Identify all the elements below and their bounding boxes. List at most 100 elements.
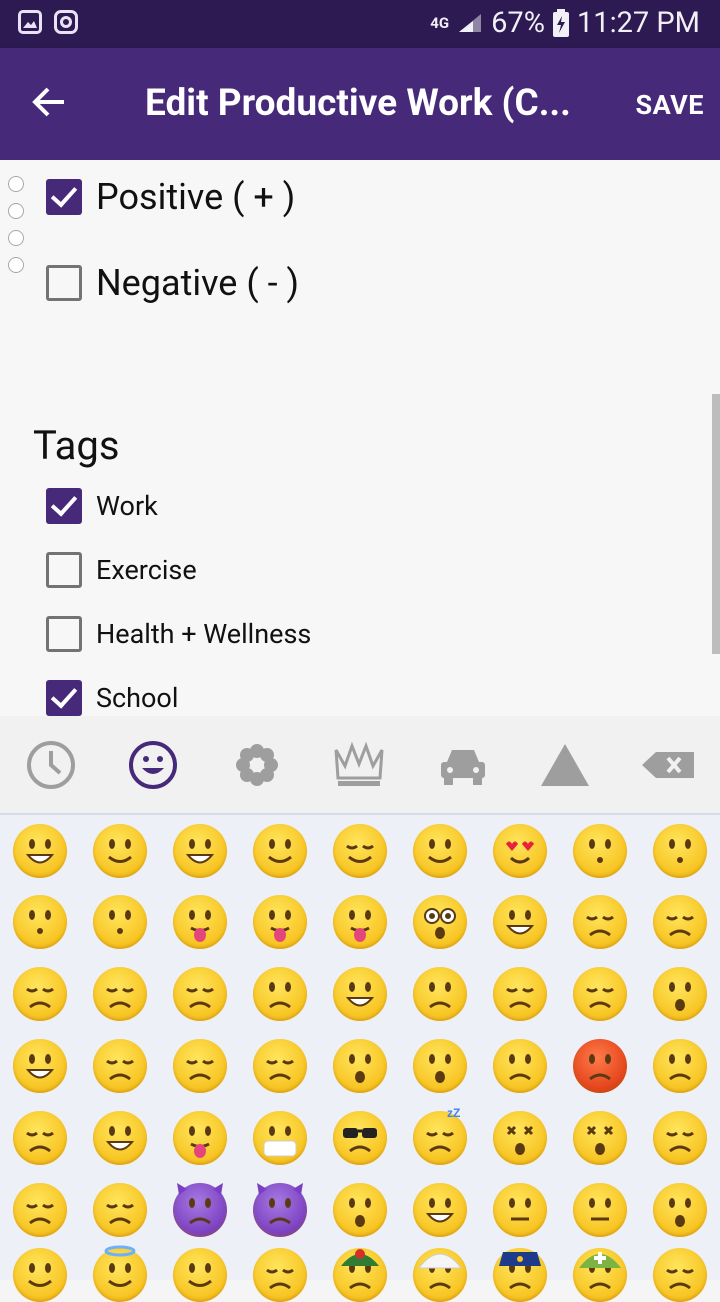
save-button[interactable]: SAVE bbox=[635, 89, 704, 121]
battery-percent: 67% bbox=[491, 6, 545, 40]
emoji-key[interactable] bbox=[13, 1111, 67, 1165]
emoji-key[interactable] bbox=[333, 967, 387, 1021]
emoji-key[interactable] bbox=[93, 1111, 147, 1165]
emoji-key[interactable] bbox=[493, 824, 547, 878]
positive-label: Positive ( + ) bbox=[96, 176, 296, 218]
emoji-key[interactable] bbox=[253, 1183, 307, 1237]
emoji-key[interactable] bbox=[93, 895, 147, 949]
emoji-key[interactable] bbox=[93, 1245, 147, 1302]
tag-checkbox[interactable] bbox=[46, 552, 82, 588]
emoji-key[interactable] bbox=[413, 895, 467, 949]
gallery-icon bbox=[18, 10, 42, 34]
positive-option[interactable]: Positive ( + ) bbox=[46, 176, 295, 218]
emoji-key[interactable] bbox=[253, 967, 307, 1021]
smiley-icon[interactable] bbox=[126, 738, 180, 792]
emoji-key[interactable] bbox=[253, 1248, 307, 1302]
emoji-key[interactable] bbox=[413, 967, 467, 1021]
emoji-key[interactable] bbox=[173, 824, 227, 878]
emoji-key[interactable] bbox=[653, 967, 707, 1021]
scrollbar[interactable] bbox=[712, 394, 720, 654]
tag-checkbox[interactable] bbox=[46, 616, 82, 652]
emoji-key[interactable] bbox=[573, 1039, 627, 1093]
emoji-key[interactable] bbox=[573, 824, 627, 878]
emoji-key[interactable] bbox=[653, 824, 707, 878]
drag-handle-dot[interactable] bbox=[8, 176, 24, 192]
back-arrow-icon[interactable] bbox=[28, 80, 72, 124]
emoji-key[interactable] bbox=[13, 895, 67, 949]
emoji-key[interactable] bbox=[653, 1183, 707, 1237]
clock-icon[interactable] bbox=[24, 738, 78, 792]
drag-handle-dot[interactable] bbox=[8, 230, 24, 246]
emoji-key[interactable] bbox=[333, 824, 387, 878]
emoji-key[interactable] bbox=[253, 824, 307, 878]
emoji-key[interactable] bbox=[493, 1039, 547, 1093]
emoji-key[interactable] bbox=[413, 1183, 467, 1237]
tag-checkbox[interactable] bbox=[46, 680, 82, 716]
tag-item-exercise[interactable]: Exercise bbox=[46, 552, 197, 588]
emoji-category-bar bbox=[0, 716, 720, 815]
emoji-key[interactable] bbox=[573, 1248, 627, 1302]
emoji-key[interactable] bbox=[173, 967, 227, 1021]
emoji-key[interactable] bbox=[413, 1248, 467, 1302]
emoji-key[interactable] bbox=[253, 1039, 307, 1093]
emoji-key[interactable] bbox=[13, 824, 67, 878]
crown-icon[interactable] bbox=[332, 738, 386, 792]
emoji-key[interactable] bbox=[173, 1183, 227, 1237]
emoji-key[interactable] bbox=[173, 1111, 227, 1165]
negative-checkbox[interactable] bbox=[46, 265, 82, 301]
backspace-icon[interactable] bbox=[640, 738, 694, 792]
emoji-key[interactable] bbox=[573, 895, 627, 949]
emoji-key[interactable] bbox=[93, 1183, 147, 1237]
tag-item-school[interactable]: School bbox=[46, 680, 178, 716]
emoji-key[interactable] bbox=[13, 1039, 67, 1093]
emoji-key[interactable] bbox=[93, 967, 147, 1021]
emoji-key[interactable] bbox=[573, 967, 627, 1021]
emoji-key[interactable] bbox=[93, 1039, 147, 1093]
emoji-key[interactable] bbox=[173, 1248, 227, 1302]
emoji-key[interactable] bbox=[333, 1039, 387, 1093]
emoji-key[interactable] bbox=[13, 1248, 67, 1302]
emoji-key[interactable] bbox=[173, 895, 227, 949]
positive-checkbox[interactable] bbox=[46, 179, 82, 215]
car-icon[interactable] bbox=[436, 738, 490, 792]
emoji-key[interactable] bbox=[253, 1111, 307, 1165]
drag-handle-dot[interactable] bbox=[8, 257, 24, 273]
emoji-key[interactable] bbox=[653, 1248, 707, 1302]
battery-charging-icon bbox=[552, 9, 569, 37]
status-bar: 4G 67% 11:27 PM bbox=[0, 0, 720, 48]
emoji-key[interactable] bbox=[333, 1248, 387, 1302]
tags-heading: Tags bbox=[33, 422, 120, 469]
emoji-key[interactable] bbox=[13, 967, 67, 1021]
tag-label: Exercise bbox=[96, 554, 197, 586]
emoji-key[interactable] bbox=[413, 824, 467, 878]
tag-item-health-wellness[interactable]: Health + Wellness bbox=[46, 616, 311, 652]
emoji-key[interactable] bbox=[493, 1111, 547, 1165]
svg-text:zZ: zZ bbox=[447, 1106, 460, 1120]
emoji-key[interactable] bbox=[493, 1248, 547, 1302]
emoji-key[interactable] bbox=[253, 895, 307, 949]
tag-checkbox[interactable] bbox=[46, 488, 82, 524]
emoji-key[interactable] bbox=[333, 1183, 387, 1237]
emoji-key[interactable]: zZ bbox=[413, 1106, 467, 1165]
network-type: 4G bbox=[430, 14, 450, 32]
emoji-key[interactable] bbox=[573, 1183, 627, 1237]
emoji-key[interactable] bbox=[653, 895, 707, 949]
emoji-key[interactable] bbox=[13, 1183, 67, 1237]
tag-item-work[interactable]: Work bbox=[46, 488, 158, 524]
emoji-key[interactable] bbox=[573, 1111, 627, 1165]
emoji-key[interactable] bbox=[653, 1111, 707, 1165]
emoji-key[interactable] bbox=[333, 1111, 387, 1165]
emoji-key[interactable] bbox=[493, 967, 547, 1021]
emoji-key[interactable] bbox=[173, 1039, 227, 1093]
emoji-key[interactable] bbox=[653, 1039, 707, 1093]
emoji-key[interactable] bbox=[493, 1183, 547, 1237]
triangle-icon[interactable] bbox=[538, 738, 592, 792]
emoji-key[interactable] bbox=[413, 1039, 467, 1093]
emoji-key[interactable] bbox=[93, 824, 147, 878]
emoji-key[interactable] bbox=[333, 895, 387, 949]
negative-option[interactable]: Negative ( - ) bbox=[46, 262, 299, 304]
tag-label: Health + Wellness bbox=[96, 618, 312, 650]
drag-handle-dot[interactable] bbox=[8, 203, 24, 219]
emoji-key[interactable] bbox=[493, 895, 547, 949]
flower-icon[interactable] bbox=[230, 738, 284, 792]
